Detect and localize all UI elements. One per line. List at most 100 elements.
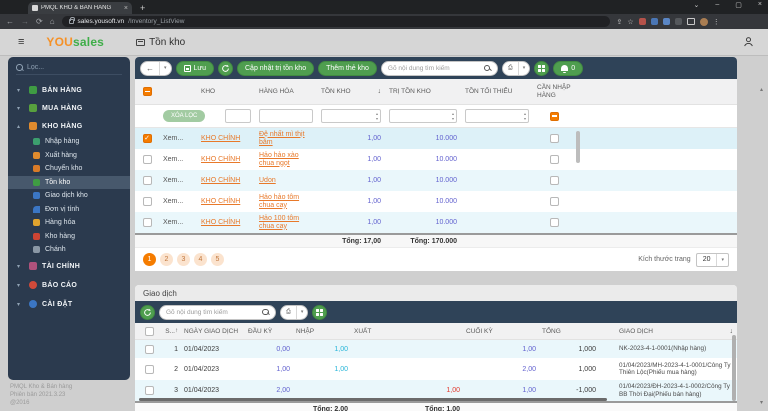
sidebar-item-xuat-hang[interactable]: Xuất hàng (8, 149, 130, 163)
sidebar-item-chanh[interactable]: Chánh (8, 243, 130, 257)
col-tri-ton-kho[interactable]: TRỊ TỒN KHO (385, 88, 461, 95)
need-restock-checkbox[interactable] (550, 197, 559, 206)
select-all-checkbox[interactable] (143, 87, 152, 96)
filter-hang-hoa-input[interactable] (259, 109, 313, 123)
col-stt[interactable]: S... (163, 328, 181, 335)
extension-icon[interactable] (675, 18, 682, 25)
warehouse-link[interactable]: KHO CHÍNH (201, 219, 240, 227)
product-link[interactable]: Hảo 100 tôm chua cay (259, 215, 313, 231)
page-button[interactable]: 3 (177, 253, 190, 266)
product-link[interactable]: Hảo hảo tôm chua cay (259, 194, 313, 210)
notifications-button[interactable]: 0 (553, 61, 583, 76)
save-button[interactable]: Lưu (176, 61, 214, 76)
profile-avatar[interactable] (700, 18, 708, 26)
row-checkbox[interactable] (145, 386, 154, 395)
back-icon[interactable]: ← (6, 14, 14, 29)
clear-filter-button[interactable]: XÓA LỌC (163, 110, 205, 122)
row-view-link[interactable]: Xem... (159, 135, 197, 142)
sidebar-item-don-vi-tinh[interactable]: Đơn vị tính (8, 203, 130, 217)
col-hang-hoa[interactable]: HÀNG HÓA (255, 88, 317, 95)
col-dau-ky[interactable]: ĐẦU KỲ (245, 328, 293, 335)
chevron-down-icon[interactable]: ▾ (159, 62, 171, 75)
user-icon[interactable] (743, 36, 754, 47)
sidebar-item-giao-dich-kho[interactable]: Giao dịch kho (8, 189, 130, 203)
transaction-row[interactable]: 1 01/04/2023 0,00 1,00 1,00 1,000 NK-202… (135, 340, 737, 358)
extension-icon[interactable] (663, 18, 670, 25)
product-link[interactable]: Udon (259, 177, 276, 185)
sidebar-item-chuyen-kho[interactable]: Chuyển kho (8, 162, 130, 176)
sidebar-group-bao-cao[interactable]: ▾ BÁO CÁO (8, 276, 130, 295)
column-chooser-button[interactable] (534, 61, 549, 76)
col-can-nhap-hang[interactable]: CẦN NHẬP HÀNG (533, 84, 575, 99)
transactions-vertical-scrollbar[interactable] (732, 335, 736, 401)
sidebar-filter[interactable] (16, 64, 122, 75)
col-tong[interactable]: TỔNG (539, 328, 599, 335)
back-split-button[interactable]: ← ▾ (140, 61, 172, 76)
col-kho[interactable]: KHO (197, 88, 255, 95)
row-view-link[interactable]: Xem... (159, 177, 197, 184)
window-maximize-button[interactable]: ▢ (735, 1, 742, 9)
col-giao-dich[interactable]: GIAO DỊCH (599, 328, 737, 335)
warehouse-link[interactable]: KHO CHÍNH (201, 177, 240, 185)
sidebar-item-hang-hoa[interactable]: Hàng hóa (8, 216, 130, 230)
table-row[interactable]: Xem... KHO CHÍNH Udon 1,00 10.000 (135, 170, 737, 191)
export-split-button[interactable]: ⎙ ▾ (502, 61, 530, 76)
product-link[interactable]: Đệ nhất mì thịt bằm (259, 131, 313, 147)
chevron-down-icon[interactable]: ▾ (296, 306, 308, 319)
sidebar-filter-input[interactable] (27, 64, 117, 71)
add-stock-card-button[interactable]: Thêm thẻ kho (318, 61, 377, 76)
extension-icon[interactable] (639, 18, 646, 25)
refresh-button[interactable] (140, 305, 155, 320)
warehouse-link[interactable]: KHO CHÍNH (201, 156, 240, 164)
page-button[interactable]: 1 (143, 253, 156, 266)
browser-menu-icon[interactable]: ⋮ (713, 18, 720, 26)
table-row[interactable]: Xem... KHO CHÍNH Hảo hảo tôm chua cay 1,… (135, 191, 737, 212)
export-split-button[interactable]: ⎙ ▾ (280, 305, 308, 320)
filter-kho-input[interactable] (225, 109, 251, 123)
row-view-link[interactable]: Xem... (159, 219, 197, 226)
sidebar-group-ban-hang[interactable]: ▾ BÁN HÀNG (8, 81, 130, 99)
window-dropdown-icon[interactable]: ⌄ (694, 1, 700, 9)
col-ton-toi-thieu[interactable]: TỒN TỐI THIỂU (461, 88, 533, 95)
back-icon[interactable]: ← (141, 62, 159, 75)
page-size-select[interactable]: 20 ▾ (696, 253, 729, 267)
new-tab-button[interactable]: + (140, 2, 145, 14)
filter-can-nhap-checkbox[interactable] (550, 112, 559, 121)
sidebar-item-nhap-hang[interactable]: Nhập hàng (8, 135, 130, 149)
sidebar-group-tai-chinh[interactable]: ▾ TÀI CHÍNH (8, 257, 130, 276)
warehouse-link[interactable]: KHO CHÍNH (201, 198, 240, 206)
need-restock-checkbox[interactable] (550, 218, 559, 227)
transactions-search-input[interactable] (166, 309, 262, 316)
select-all-checkbox[interactable] (145, 327, 154, 336)
sidebar-item-ton-kho[interactable]: Tồn kho (8, 176, 130, 190)
address-bar[interactable]: sales.yousoft.vn/Inventory_ListView (62, 16, 610, 27)
row-checkbox[interactable] (145, 345, 154, 354)
scroll-up-icon[interactable]: ▴ (760, 86, 763, 93)
need-restock-checkbox[interactable] (550, 134, 559, 143)
chevron-down-icon[interactable]: ▾ (518, 62, 530, 75)
row-checkbox[interactable] (143, 176, 152, 185)
filter-ton-kho-input[interactable] (321, 109, 381, 123)
window-close-button[interactable]: × (758, 1, 762, 9)
filter-ton-toi-thieu-input[interactable] (465, 109, 529, 123)
need-restock-checkbox[interactable] (550, 155, 559, 164)
row-checkbox[interactable] (145, 365, 154, 374)
sidebar-group-cai-dat[interactable]: ▾ CÀI ĐẶT (8, 295, 130, 314)
refresh-button[interactable] (218, 61, 233, 76)
col-cuoi-ky[interactable]: CUỐI KỲ (463, 328, 539, 335)
scroll-down-icon[interactable]: ▾ (760, 399, 763, 406)
col-xuat[interactable]: XUẤT (351, 328, 463, 335)
sidebar-group-kho-hang[interactable]: ▴ KHO HÀNG (8, 117, 130, 135)
home-icon[interactable]: ⌂ (50, 14, 55, 29)
extension-icon[interactable] (651, 18, 658, 25)
export-icon[interactable]: ⎙ (503, 62, 518, 75)
hamburger-menu-icon[interactable]: ≡ (18, 36, 24, 48)
filter-tri-ton-kho-input[interactable] (389, 109, 457, 123)
page-button[interactable]: 5 (211, 253, 224, 266)
table-row[interactable]: Xem... KHO CHÍNH Hảo 100 tôm chua cay 1,… (135, 212, 737, 233)
inventory-search[interactable] (381, 61, 498, 76)
col-ngay-giao-dich[interactable]: NGÀY GIAO DỊCH (181, 328, 245, 335)
tab-close-icon[interactable]: × (124, 5, 128, 12)
reload-icon[interactable]: ⟳ (36, 14, 43, 29)
browser-tab[interactable]: PMQL KHO & BÁN HÀNG × (28, 2, 132, 14)
